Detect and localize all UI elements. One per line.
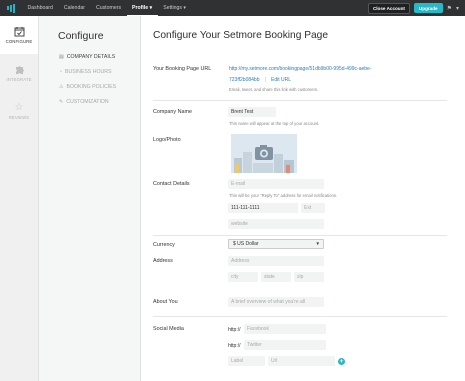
address-field[interactable]: Address [228, 256, 324, 266]
top-navigation-bar: Dashboard Calendar Customers Profile ▾ S… [0, 0, 465, 16]
nav-profile[interactable]: Profile ▾ [126, 1, 158, 16]
email-hint: This will be your "Reply To" address for… [229, 193, 338, 198]
booking-url-label: Your Booking Page URL [153, 66, 212, 72]
social-media-label: Social Media [153, 326, 184, 332]
document-icon: ▤ [59, 54, 64, 60]
separator: | [265, 77, 267, 83]
user-menu-icon[interactable]: ▾ [456, 5, 459, 12]
facebook-field[interactable]: Facebook [244, 324, 326, 334]
subnav-item-customization[interactable]: ✎ CUSTOMIZATION [59, 99, 109, 105]
palette-icon: ✎ [59, 99, 64, 105]
configure-subnav: Configure ▤ COMPANY DETAILS ◔ BUSINESS H… [39, 16, 141, 381]
rail-integrate-label: INTEGRATE [6, 77, 32, 82]
website-field[interactable]: website [228, 219, 324, 229]
subnav-item-label: BUSINESS HOURS [65, 69, 112, 75]
close-account-button[interactable]: Close Account [367, 2, 410, 14]
city-skyline-icon [234, 145, 294, 173]
rail-reviews[interactable]: ☆ REVIEWS [0, 92, 38, 130]
add-social-link-button[interactable]: + [338, 357, 345, 365]
email-field[interactable]: E-mail [228, 179, 324, 189]
contact-details-label: Contact Details [153, 181, 190, 187]
subnav-title: Configure [58, 30, 104, 42]
currency-select[interactable]: $ US Dollar ▼ [228, 239, 324, 249]
nav-customers[interactable]: Customers [90, 0, 126, 16]
facebook-http-prefix: http:// [228, 327, 241, 333]
subnav-item-label: CUSTOMIZATION [66, 99, 109, 105]
divider [153, 100, 447, 101]
star-icon: ☆ [14, 102, 24, 113]
social-label-field[interactable]: Label [228, 356, 265, 366]
upgrade-button[interactable]: Upgrade [413, 3, 443, 13]
rail-reviews-label: REVIEWS [8, 115, 30, 120]
calendar-check-icon [14, 27, 24, 37]
divider [153, 316, 447, 317]
company-name-hint: This name will appear at the top of your… [229, 121, 320, 126]
booking-url-link[interactable]: http://my.setmore.com/bookingpage/51db9b… [229, 66, 372, 72]
nav-dashboard[interactable]: Dashboard [22, 0, 58, 16]
subnav-item-business-hours[interactable]: ◔ BUSINESS HOURS [59, 69, 111, 75]
company-name-label: Company Name [153, 109, 192, 115]
twitter-http-prefix: http:// [228, 343, 241, 349]
chevron-down-icon: ▼ [315, 241, 320, 246]
nav-settings[interactable]: Settings ▾ [158, 0, 192, 16]
zip-field[interactable]: zip [294, 272, 324, 282]
about-you-field[interactable]: A brief overview of what you're all [228, 297, 324, 307]
booking-url-link-cont[interactable]: 723ff2b084bb [229, 77, 260, 83]
warning-icon: ⚠ [59, 84, 64, 90]
main-content: Configure Your Setmore Booking Page Your… [141, 16, 465, 381]
url-hint: Email, tweet, and share this link with c… [229, 87, 319, 92]
currency-selected-value: $ US Dollar [233, 241, 259, 247]
rail-configure-label: CONFIGURE [5, 39, 33, 44]
about-you-label: About You [153, 299, 178, 305]
puzzle-icon [15, 66, 24, 74]
main-nav: Dashboard Calendar Customers Profile ▾ S… [22, 0, 192, 16]
company-name-input[interactable]: Brent Test [228, 107, 276, 117]
nav-calendar[interactable]: Calendar [58, 0, 90, 16]
phone-ext-field[interactable]: Ext [301, 203, 325, 213]
divider [153, 235, 447, 236]
currency-label: Currency [153, 242, 175, 248]
subnav-item-label: COMPANY DETAILS [66, 54, 116, 60]
logo-photo-label: Logo/Photo [153, 137, 181, 143]
rail-integrate[interactable]: INTEGRATE [0, 54, 38, 92]
twitter-field[interactable]: Twitter [244, 340, 326, 350]
state-field[interactable]: state [261, 272, 291, 282]
subnav-item-company-details[interactable]: ▤ COMPANY DETAILS [59, 54, 115, 60]
setmore-logo-icon[interactable] [0, 0, 22, 16]
logo-photo-upload[interactable] [231, 134, 297, 173]
notification-flag-icon[interactable]: ⚑ [447, 5, 452, 12]
page-title: Configure Your Setmore Booking Page [153, 30, 329, 41]
edit-url-link[interactable]: Edit URL [271, 77, 291, 83]
rail-configure[interactable]: CONFIGURE [0, 16, 38, 54]
icon-rail: CONFIGURE INTEGRATE ☆ REVIEWS [0, 16, 39, 381]
subnav-item-label: BOOKING POLICIES [66, 84, 117, 90]
social-url-field[interactable]: Url [268, 356, 335, 366]
clock-icon: ◔ [59, 69, 63, 75]
phone-field[interactable]: 111-111-1111 [228, 203, 298, 213]
subnav-item-booking-policies[interactable]: ⚠ BOOKING POLICIES [59, 84, 116, 90]
city-field[interactable]: city [228, 272, 258, 282]
address-label: Address [153, 258, 173, 264]
